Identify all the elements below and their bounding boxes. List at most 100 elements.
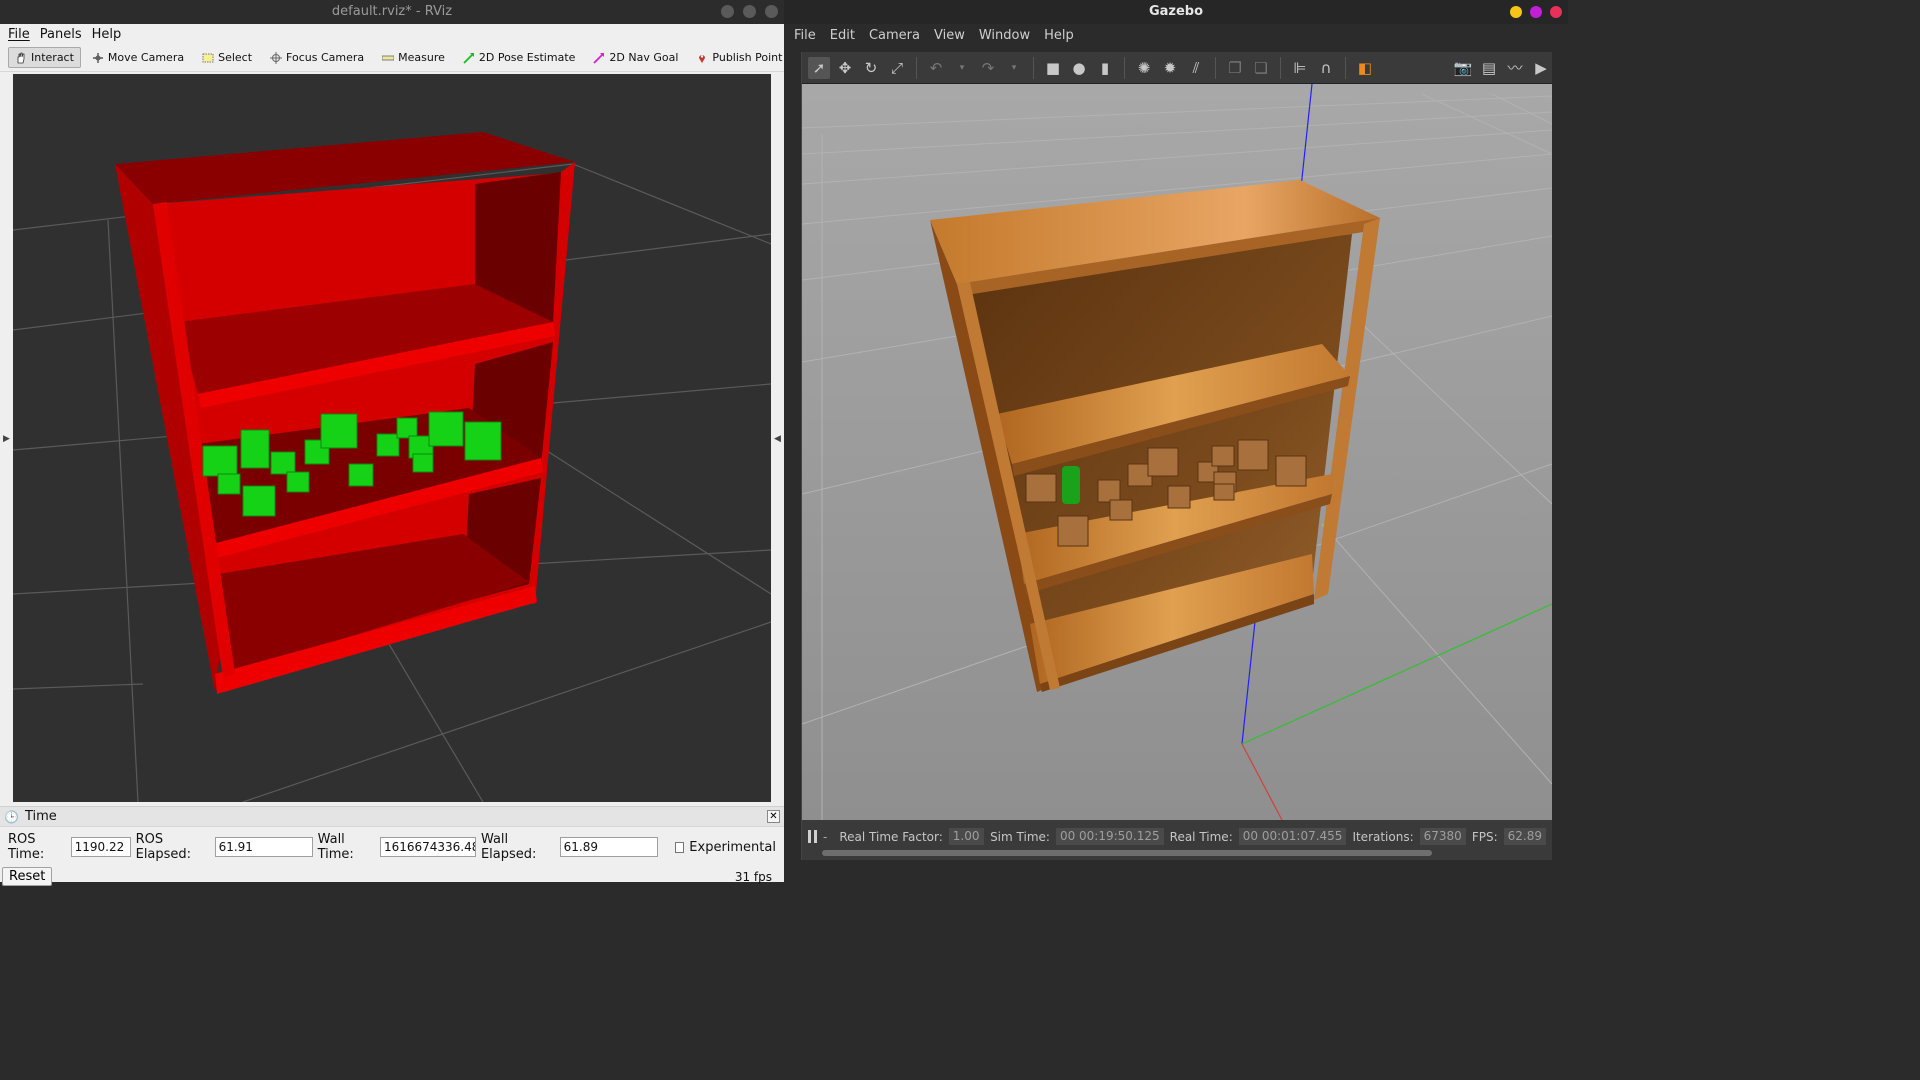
wall-elapsed-label: Wall Elapsed: — [480, 832, 537, 862]
menu-edit[interactable]: Edit — [830, 28, 855, 43]
focus-camera-icon — [270, 51, 283, 64]
wall-time-field[interactable] — [379, 837, 476, 857]
directional-light-icon[interactable]: ⫽ — [1185, 57, 1207, 79]
plot-icon[interactable]: 〰 — [1504, 57, 1526, 79]
real-time-factor-label: Real Time Factor: — [839, 829, 943, 844]
gazebo-status-bar: - Real Time Factor: 1.00 Sim Time: 00 00… — [802, 820, 1552, 860]
time-fields-row: ROS Time: ROS Elapsed: Wall Time: Wall E… — [0, 827, 784, 867]
time-panel-header: 🕒 Time — [0, 807, 784, 827]
video-record-icon[interactable]: ▶ — [1530, 57, 1552, 79]
rviz-scene — [12, 74, 772, 803]
tool-publish-point[interactable]: Publish Point — [689, 47, 789, 68]
tool-focus-camera[interactable]: Focus Camera — [263, 47, 371, 68]
menu-help[interactable]: Help — [92, 27, 122, 42]
menu-window[interactable]: Window — [979, 28, 1030, 43]
right-dock-handle[interactable]: ◀ — [771, 74, 784, 802]
rotate-mode-icon[interactable]: ↻ — [860, 57, 882, 79]
select-box-icon — [202, 52, 214, 64]
menu-camera[interactable]: Camera — [869, 28, 920, 43]
ros-elapsed-label: ROS Elapsed: — [135, 832, 192, 862]
expand-right-icon: ◀ — [774, 434, 781, 444]
sphere-shape-icon[interactable]: ● — [1068, 57, 1090, 79]
cylinder-shape-icon[interactable]: ▮ — [1094, 57, 1116, 79]
step-dropdown[interactable]: - — [823, 830, 827, 844]
rviz-fps: 31 fps — [734, 869, 772, 884]
ros-elapsed-field[interactable] — [214, 837, 313, 857]
real-time-factor-value: 1.00 — [948, 828, 985, 845]
gazebo-scene — [801, 83, 1553, 821]
experimental-label: Experimental — [689, 839, 776, 855]
point-light-icon[interactable]: ✺ — [1133, 57, 1155, 79]
scale-mode-icon[interactable]: ⤢ — [886, 57, 908, 79]
redo-dropdown-icon[interactable]: ▾ — [1003, 57, 1025, 79]
reset-button[interactable]: Reset — [2, 867, 53, 886]
menu-file[interactable]: File — [794, 28, 816, 43]
fps-value: 62.89 — [1503, 828, 1546, 845]
iterations-value: 67380 — [1419, 828, 1466, 845]
tool-interact[interactable]: Interact — [8, 47, 81, 68]
ros-time-field[interactable] — [70, 837, 131, 857]
maximize-button[interactable] — [1530, 6, 1542, 18]
pause-button[interactable] — [808, 829, 817, 844]
rviz-titlebar: default.rviz* - RViz — [0, 0, 784, 24]
tool-label: Measure — [398, 51, 445, 64]
gazebo-menubar: File Edit Camera View Window Help — [784, 24, 1568, 46]
tool-label: 2D Nav Goal — [609, 51, 679, 64]
green-arrow-icon — [463, 52, 475, 64]
box-shape-icon[interactable]: ■ — [1042, 57, 1064, 79]
close-button[interactable] — [765, 5, 778, 18]
select-mode-icon[interactable]: ➚ — [808, 56, 830, 79]
gazebo-toolbar: ➚ ✥ ↻ ⤢ ↶ ▾ ↷ ▾ ■ ● ▮ ✺ ✹ ⫽ ❐ ❏ ⊫ ∩ ◧ 📷 … — [802, 52, 1552, 84]
tool-measure[interactable]: Measure — [375, 47, 452, 68]
tool-select[interactable]: Select — [195, 47, 259, 68]
tool-label: Publish Point — [712, 51, 783, 64]
maximize-button[interactable] — [743, 5, 756, 18]
view-angle-icon[interactable]: ◧ — [1354, 57, 1376, 79]
log-icon[interactable]: ▤ — [1478, 57, 1500, 79]
menu-panels[interactable]: Panels — [40, 27, 82, 42]
tool-2d-nav-goal[interactable]: 2D Nav Goal — [586, 47, 685, 68]
rviz-3d-view[interactable] — [12, 74, 772, 803]
wall-time-label: Wall Time: — [317, 832, 354, 862]
left-panel-handle[interactable] — [784, 52, 802, 860]
translate-mode-icon[interactable]: ✥ — [834, 57, 856, 79]
undo-dropdown-icon[interactable]: ▾ — [951, 57, 973, 79]
menu-help[interactable]: Help — [1044, 28, 1074, 43]
gazebo-window: Gazebo File Edit Camera View Window Help… — [784, 0, 1568, 882]
align-icon[interactable]: ⊫ — [1289, 57, 1311, 79]
status-scrollbar[interactable] — [822, 850, 1432, 856]
close-panel-button[interactable]: ✕ — [767, 810, 780, 823]
screenshot-icon[interactable]: 📷 — [1452, 57, 1474, 79]
gazebo-3d-view[interactable] — [801, 83, 1553, 821]
close-button[interactable] — [1550, 6, 1562, 18]
snap-icon[interactable]: ∩ — [1315, 57, 1337, 79]
menu-view[interactable]: View — [934, 28, 965, 43]
rviz-window: default.rviz* - RViz File Panels Help In… — [0, 0, 872, 886]
redo-icon[interactable]: ↷ — [977, 57, 999, 79]
menu-file[interactable]: File — [8, 27, 30, 42]
sim-time-label: Sim Time: — [990, 829, 1050, 844]
time-panel-title: Time — [24, 809, 57, 824]
tool-move-camera[interactable]: Move Camera — [85, 47, 191, 68]
map-pin-icon — [696, 52, 708, 64]
paste-icon[interactable]: ❏ — [1250, 57, 1272, 79]
minimize-button[interactable] — [721, 5, 734, 18]
gazebo-window-title: Gazebo — [1148, 4, 1204, 19]
gazebo-titlebar: Gazebo — [784, 0, 1568, 24]
minimize-button[interactable] — [1510, 6, 1522, 18]
tool-2d-pose-estimate[interactable]: 2D Pose Estimate — [456, 47, 583, 68]
tool-label: Interact — [31, 51, 74, 64]
spot-light-icon[interactable]: ✹ — [1159, 57, 1181, 79]
clock-icon: 🕒 — [4, 809, 19, 824]
ros-time-label: ROS Time: — [8, 832, 45, 862]
tool-label: Focus Camera — [286, 51, 365, 64]
undo-icon[interactable]: ↶ — [925, 57, 947, 79]
left-dock-handle[interactable]: ▶ — [0, 74, 13, 802]
copy-icon[interactable]: ❐ — [1224, 57, 1246, 79]
iterations-label: Iterations: — [1352, 829, 1414, 844]
rviz-toolbar: Interact Move Camera Select Focus Camera… — [0, 44, 872, 72]
real-time-label: Real Time: — [1169, 829, 1233, 844]
experimental-checkbox[interactable] — [674, 841, 685, 853]
hand-icon — [15, 52, 27, 64]
wall-elapsed-field[interactable] — [559, 837, 658, 857]
